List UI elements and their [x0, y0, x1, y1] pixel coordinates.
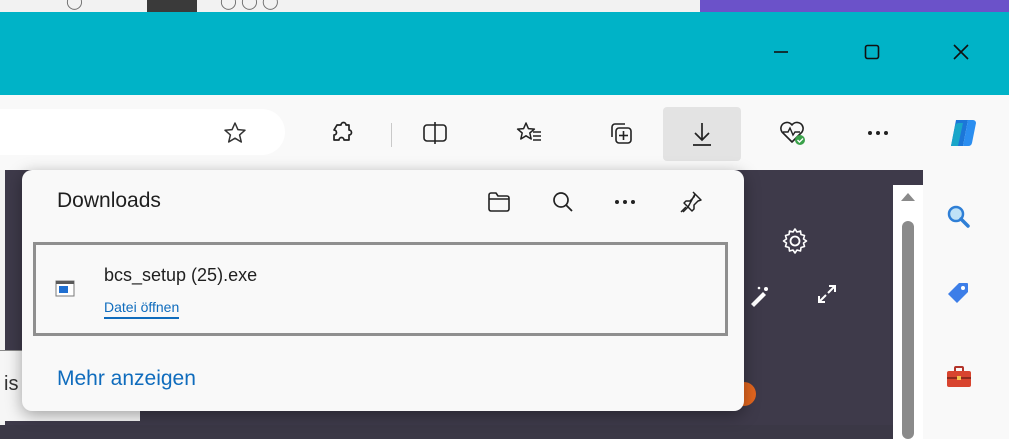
- close-button[interactable]: [931, 32, 991, 72]
- pin-icon: [680, 191, 702, 213]
- favorites-icon: [516, 122, 541, 141]
- extensions-icon: [333, 121, 353, 141]
- download-item[interactable]: bcs_setup (25).exe Datei öffnen: [33, 242, 728, 336]
- open-downloads-folder-button[interactable]: [480, 184, 518, 220]
- page-scrollbar[interactable]: [893, 185, 923, 439]
- expand-icon: [818, 285, 836, 303]
- more-icon: [615, 200, 635, 204]
- settings-more-button[interactable]: [858, 113, 898, 153]
- maximize-button[interactable]: [842, 32, 902, 72]
- magic-edit-icon: [751, 286, 768, 307]
- show-more-link[interactable]: Mehr anzeigen: [57, 367, 196, 391]
- sidebar-search-button[interactable]: [945, 203, 971, 234]
- tools-icon: [947, 366, 971, 387]
- page-edit-button[interactable]: [748, 284, 772, 313]
- scroll-up-arrow-icon[interactable]: [901, 193, 915, 201]
- download-file-name: bcs_setup (25).exe: [104, 265, 258, 285]
- copilot-icon: [951, 120, 976, 147]
- title-bar: [0, 12, 1009, 95]
- minimize-icon: [774, 51, 788, 53]
- toolbar-separator: [391, 123, 392, 147]
- maximize-icon: [864, 44, 880, 60]
- page-lower-band: [0, 425, 935, 439]
- search-icon: [553, 192, 573, 212]
- close-icon: [953, 44, 969, 60]
- gear-icon: [782, 228, 808, 254]
- page-partial-text: is: [4, 373, 19, 395]
- collections-icon: [611, 123, 632, 144]
- exe-file-icon: [55, 280, 75, 297]
- downloads-button[interactable]: [663, 107, 741, 161]
- search-downloads-button[interactable]: [544, 184, 582, 220]
- edge-sidebar: [923, 170, 1009, 439]
- more-icon: [868, 131, 888, 135]
- folder-icon: [488, 192, 510, 212]
- background-dark-block: [147, 0, 197, 12]
- favorite-star-button[interactable]: [215, 113, 255, 153]
- favorites-button[interactable]: [509, 113, 549, 153]
- background-icon: ◯: [66, 0, 83, 10]
- downloads-more-options-button[interactable]: [606, 184, 644, 220]
- collections-button[interactable]: [601, 113, 641, 153]
- downloads-title: Downloads: [57, 189, 161, 212]
- page-settings-button[interactable]: [780, 226, 810, 261]
- split-screen-icon: [423, 122, 447, 144]
- open-file-link[interactable]: Datei öffnen: [104, 299, 180, 319]
- scrollbar-thumb[interactable]: [902, 221, 914, 439]
- search-icon: [947, 205, 970, 228]
- background-window-strip: ◯ ◯ ◯ ◯: [0, 0, 1009, 12]
- downloads-flyout: Downloads bcs_setup (25).exe Datei öffne…: [22, 170, 744, 411]
- copilot-button[interactable]: [943, 113, 983, 153]
- star-icon: [224, 122, 246, 143]
- minimize-button[interactable]: [751, 32, 811, 72]
- extensions-button[interactable]: [322, 113, 362, 153]
- background-icon: ◯ ◯ ◯: [220, 0, 279, 10]
- sidebar-shopping-button[interactable]: [945, 280, 971, 311]
- download-icon: [693, 123, 711, 146]
- pin-downloads-button[interactable]: [672, 184, 710, 220]
- browser-essentials-icon: [780, 121, 805, 145]
- browser-toolbar: [0, 95, 1009, 170]
- browser-essentials-button[interactable]: [772, 113, 812, 153]
- background-purple-block: [700, 0, 1009, 12]
- shopping-tag-icon: [948, 283, 968, 303]
- sidebar-tools-button[interactable]: [945, 365, 973, 394]
- split-screen-button[interactable]: [415, 113, 455, 153]
- page-expand-button[interactable]: [815, 282, 839, 311]
